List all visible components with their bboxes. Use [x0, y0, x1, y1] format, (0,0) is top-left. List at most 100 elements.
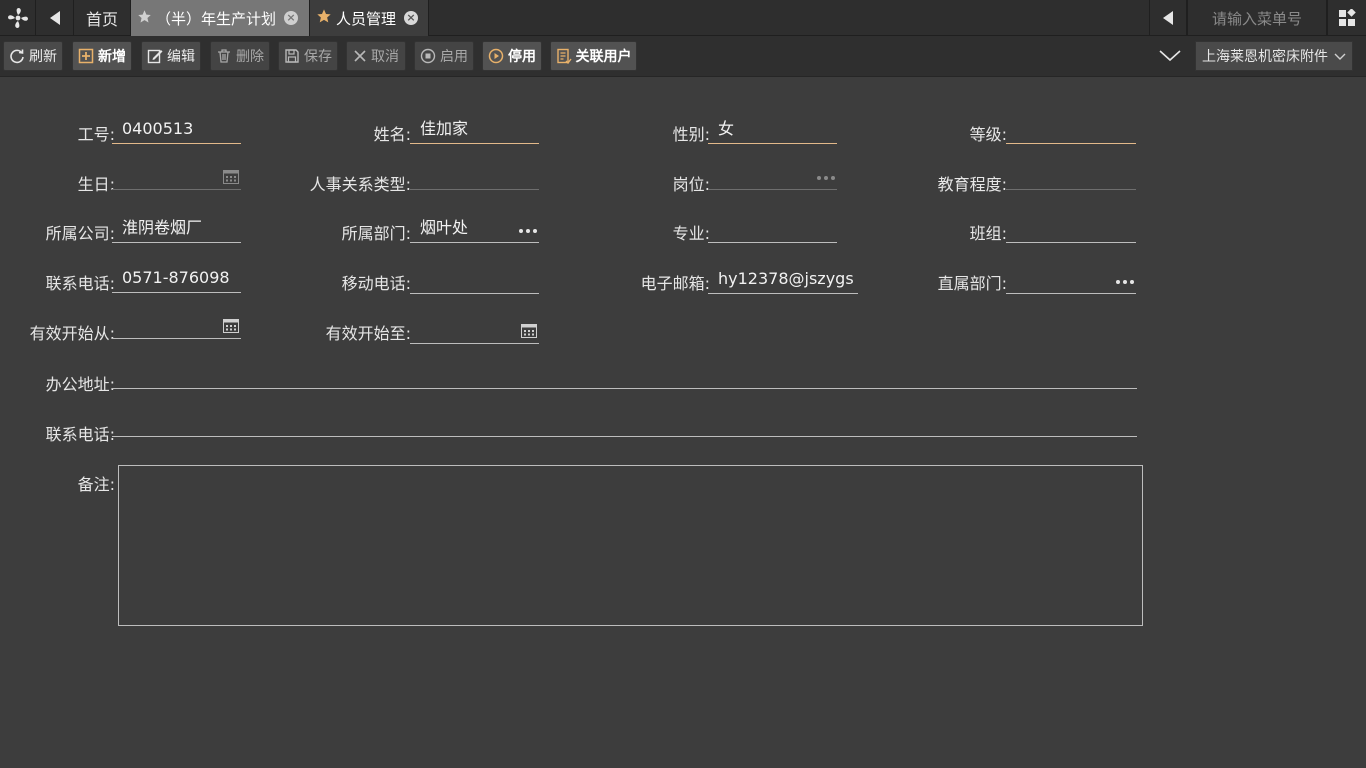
close-icon[interactable]: ×: [284, 11, 299, 25]
tab-personnel[interactable]: 人员管理 ×: [310, 0, 429, 36]
direct-dept-field[interactable]: [1006, 266, 1136, 294]
calendar-icon: [223, 170, 239, 184]
major-field[interactable]: [708, 215, 837, 243]
add-button[interactable]: 新增: [72, 41, 132, 71]
app-logo-icon[interactable]: [0, 0, 36, 36]
calendar-icon: [521, 324, 537, 338]
enable-label: 启用: [440, 49, 468, 65]
menu-search-input[interactable]: 请输入菜单号: [1187, 0, 1327, 36]
refresh-icon: [10, 49, 24, 64]
cancel-button[interactable]: 取消: [346, 41, 406, 71]
link-user-button[interactable]: 关联用户: [550, 41, 637, 71]
tabs-scroll-right-button[interactable]: [1149, 0, 1187, 36]
disable-button[interactable]: 停用: [482, 41, 542, 71]
valid-from-field[interactable]: [112, 311, 241, 339]
major-label: 专业:: [672, 224, 710, 243]
trash-icon: [218, 49, 230, 63]
delete-label: 删除: [236, 49, 264, 65]
phone-label: 联系电话:: [45, 274, 115, 293]
tabs-scroll-left-button[interactable]: [36, 0, 74, 36]
gender-value: 女: [718, 119, 735, 138]
post-field[interactable]: [708, 162, 837, 190]
edit-button[interactable]: 编辑: [141, 41, 201, 71]
remark-textarea[interactable]: [118, 465, 1143, 626]
tab-home[interactable]: 首页: [74, 0, 131, 36]
save-button[interactable]: 保存: [278, 41, 338, 71]
more-icon[interactable]: [817, 176, 835, 180]
calendar-icon: [223, 319, 239, 333]
education-label: 教育程度:: [937, 175, 1007, 194]
edit-label: 编辑: [167, 49, 195, 65]
tab-production-plan-label: （半）年生产计划: [156, 9, 277, 28]
valid-to-field[interactable]: [410, 316, 539, 344]
emp-no-value: 0400513: [122, 119, 194, 138]
grade-label: 等级:: [969, 125, 1007, 144]
emp-no-field[interactable]: 0400513: [112, 116, 241, 144]
apps-icon: [1339, 9, 1356, 26]
refresh-button[interactable]: 刷新: [3, 41, 63, 71]
delete-button[interactable]: 删除: [210, 41, 270, 71]
remark-label: 备注:: [77, 475, 115, 494]
department-label: 所属部门:: [341, 224, 411, 243]
email-label: 电子邮箱:: [640, 274, 710, 293]
direct-dept-label: 直属部门:: [937, 274, 1007, 293]
tab-home-label: 首页: [85, 10, 118, 29]
company-value: 淮阴卷烟厂: [122, 218, 203, 237]
play-circle-icon: [488, 48, 504, 64]
company-field[interactable]: 淮阴卷烟厂: [112, 215, 241, 243]
birthday-field[interactable]: [112, 162, 241, 190]
gender-label: 性别:: [672, 125, 710, 144]
enable-button[interactable]: 启用: [414, 41, 474, 71]
phone-field[interactable]: 0571-876098: [112, 265, 241, 293]
team-label: 班组:: [969, 224, 1007, 243]
office-address-field[interactable]: [112, 361, 1137, 389]
chevron-down-icon: [1334, 53, 1346, 60]
edit-icon: [147, 49, 163, 64]
grade-field[interactable]: [1006, 116, 1136, 144]
email-value: hy12378@jszygs: [718, 269, 854, 288]
company-select[interactable]: 上海莱恩机密床附件: [1195, 41, 1353, 71]
add-label: 新增: [98, 49, 126, 65]
education-field[interactable]: [1006, 162, 1136, 190]
department-field[interactable]: 烟叶处: [410, 215, 539, 243]
gender-field[interactable]: 女: [708, 116, 837, 144]
tab-personnel-label: 人员管理: [336, 9, 397, 28]
post-label: 岗位:: [672, 175, 710, 194]
link-user-label: 关联用户: [575, 49, 632, 65]
name-value: 佳加家: [420, 119, 469, 138]
add-icon: [78, 48, 94, 64]
close-icon[interactable]: ×: [404, 11, 419, 25]
name-field[interactable]: 佳加家: [410, 116, 539, 144]
tab-production-plan[interactable]: （半）年生产计划 ×: [131, 0, 310, 36]
apps-grid-button[interactable]: [1327, 0, 1366, 36]
stop-circle-icon: [420, 48, 436, 64]
mobile-label: 移动电话:: [341, 274, 411, 293]
contact-phone-field[interactable]: [112, 409, 1137, 437]
team-field[interactable]: [1006, 215, 1136, 243]
more-icon[interactable]: [1116, 280, 1134, 284]
office-address-label: 办公地址:: [45, 375, 115, 394]
company-select-value: 上海莱恩机密床附件: [1202, 49, 1328, 65]
collapse-toggle[interactable]: [1156, 44, 1184, 68]
contact-phone-label: 联系电话:: [45, 425, 115, 444]
mobile-field[interactable]: [410, 266, 539, 294]
star-icon: [316, 8, 332, 28]
tab-bar: 首页 （半）年生产计划 × 人员管理 × 请输入菜单号: [0, 0, 1366, 36]
phone-value: 0571-876098: [122, 268, 230, 287]
close-icon: [354, 50, 366, 62]
cancel-label: 取消: [371, 49, 399, 65]
department-value: 烟叶处: [420, 218, 469, 237]
birthday-label: 生日:: [77, 175, 115, 194]
disable-label: 停用: [508, 49, 536, 65]
save-label: 保存: [304, 49, 332, 65]
more-icon[interactable]: [519, 229, 537, 233]
toolbar: 刷新 新增 编辑 删除 保存 取消 启用 停用 关联用户 上海莱恩机密床附件: [0, 36, 1366, 77]
hr-type-field[interactable]: [410, 162, 539, 190]
star-icon: [137, 9, 152, 28]
email-field[interactable]: hy12378@jszygs: [708, 266, 858, 294]
hr-type-label: 人事关系类型:: [309, 175, 411, 194]
valid-to-label: 有效开始至:: [325, 324, 411, 343]
menu-search-placeholder: 请输入菜单号: [1211, 9, 1302, 28]
valid-from-label: 有效开始从:: [29, 324, 115, 343]
name-label: 姓名:: [373, 125, 411, 144]
